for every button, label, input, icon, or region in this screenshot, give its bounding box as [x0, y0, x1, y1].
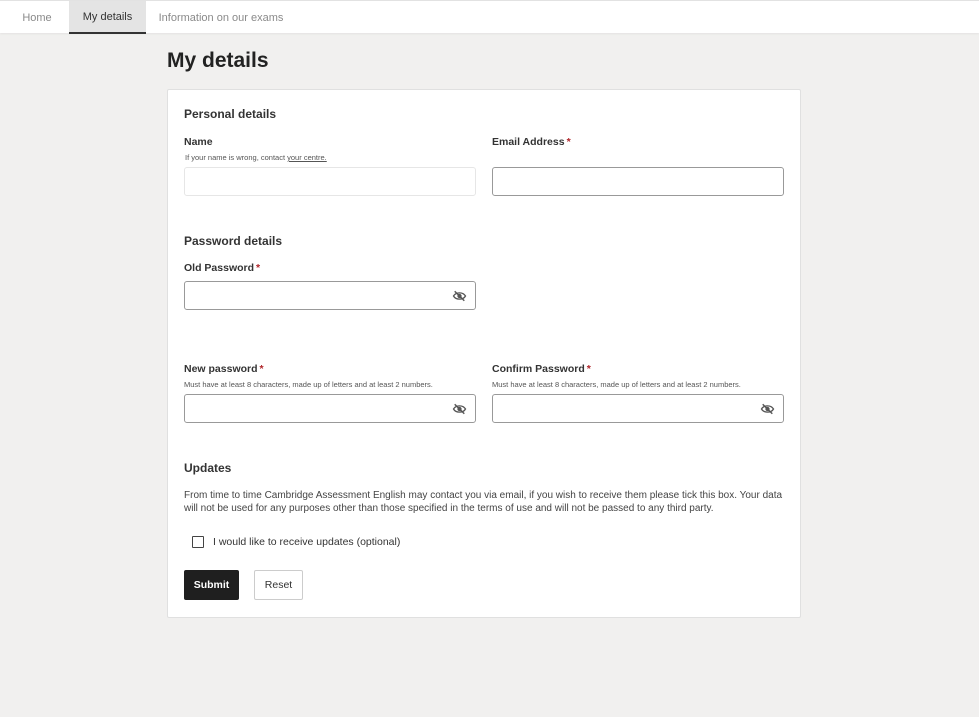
name-field	[184, 167, 476, 196]
confirm-password-hint: Must have at least 8 characters, made up…	[492, 380, 741, 389]
reset-button[interactable]: Reset	[254, 570, 303, 600]
eye-slash-icon[interactable]	[452, 403, 467, 415]
email-label-text: Email Address	[492, 136, 565, 148]
name-label-text: Name	[184, 136, 213, 148]
new-password-hint: Must have at least 8 characters, made up…	[184, 380, 433, 389]
name-label: Name	[184, 136, 213, 148]
name-input	[185, 168, 475, 195]
updates-heading: Updates	[184, 461, 232, 475]
new-password-input[interactable]	[185, 395, 475, 422]
old-password-field[interactable]	[184, 281, 476, 310]
required-marker: *	[566, 136, 571, 148]
your-centre-link[interactable]: your centre.	[287, 153, 327, 162]
eye-slash-icon[interactable]	[760, 403, 775, 415]
password-details-heading: Password details	[184, 234, 283, 248]
personal-details-heading: Personal details	[184, 107, 277, 121]
old-password-label: Old Password *	[184, 262, 260, 274]
tab-home[interactable]: Home	[0, 1, 74, 34]
new-password-label-text: New password	[184, 363, 258, 375]
new-password-label: New password *	[184, 363, 264, 375]
email-input[interactable]	[493, 168, 783, 195]
required-marker: *	[256, 262, 261, 274]
old-password-label-text: Old Password	[184, 262, 255, 274]
confirm-password-input[interactable]	[493, 395, 783, 422]
name-hint-text: If your name is wrong, contact	[185, 153, 286, 162]
confirm-password-label: Confirm Password *	[492, 363, 591, 375]
required-marker: *	[259, 363, 264, 375]
top-nav: Home My details Information on our exams	[0, 0, 979, 34]
email-label: Email Address *	[492, 136, 571, 148]
confirm-password-label-text: Confirm Password	[492, 363, 585, 375]
updates-checkbox-label[interactable]: I would like to receive updates (optiona…	[213, 536, 400, 548]
eye-slash-icon[interactable]	[452, 290, 467, 302]
details-form-card: Personal details Name If your name is wr…	[167, 89, 801, 618]
name-hint: If your name is wrong, contact your cent…	[185, 153, 327, 162]
updates-description: From time to time Cambridge Assessment E…	[184, 490, 783, 514]
confirm-password-field[interactable]	[492, 394, 784, 423]
tab-my-details[interactable]: My details	[69, 1, 146, 34]
submit-button[interactable]: Submit	[184, 570, 239, 600]
old-password-input[interactable]	[185, 282, 475, 309]
required-marker: *	[586, 363, 591, 375]
updates-checkbox[interactable]	[192, 536, 204, 548]
page-title: My details	[167, 49, 269, 72]
tab-information-on-exams[interactable]: Information on our exams	[150, 1, 292, 34]
new-password-field[interactable]	[184, 394, 476, 423]
email-field[interactable]	[492, 167, 784, 196]
